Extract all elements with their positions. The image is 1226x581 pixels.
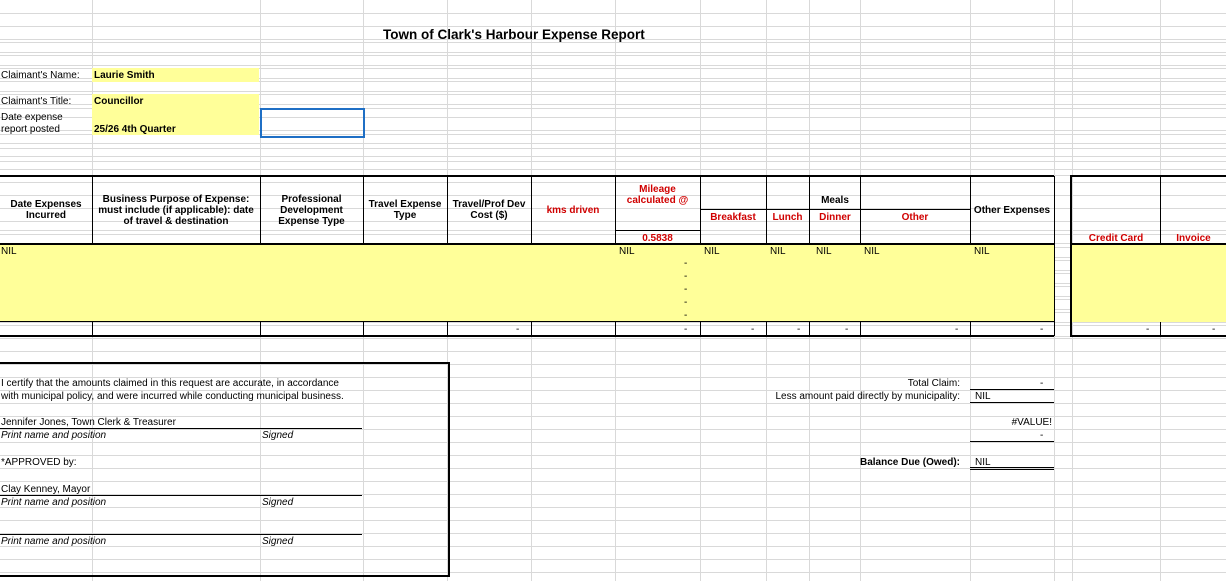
sig-line-2 [0, 495, 362, 496]
signed-label-3: Signed [262, 536, 294, 547]
value-dash[interactable]: - [1040, 430, 1043, 441]
entry-rows-highlight [0, 244, 1054, 322]
cell-dinner-nil[interactable]: NIL [816, 246, 832, 257]
cell-mileage-dash[interactable]: - [684, 297, 687, 308]
selected-cell[interactable] [260, 108, 365, 138]
total-dinner[interactable]: - [845, 324, 848, 335]
total-other-expenses[interactable]: - [1040, 324, 1043, 335]
table-top-border [0, 175, 1054, 177]
header-dinner: Dinner [819, 212, 851, 223]
claimant-title-label: Claimant's Title: [1, 96, 72, 107]
spreadsheet[interactable]: Town of Clark's Harbour Expense Report C… [0, 0, 1226, 581]
signed-label-2: Signed [262, 497, 294, 508]
cell-date-nil[interactable]: NIL [1, 246, 17, 257]
balance-value[interactable]: NIL [975, 457, 991, 468]
table-bottom-border [0, 335, 1054, 337]
header-mileage: Mileage calculated @ [626, 184, 689, 206]
header-meals: Meals [821, 195, 849, 206]
signer-1-name[interactable]: Jennifer Jones, Town Clerk & Treasurer [1, 417, 176, 428]
header-prof-dev: Professional Development Expense Type [278, 194, 345, 227]
value-dash-underline [970, 441, 1054, 442]
total-credit-card[interactable]: - [1146, 324, 1149, 335]
posted-label-line1: Date expense [1, 112, 63, 123]
approved-label: *APPROVED by: [1, 457, 77, 468]
total-claim-underline [970, 389, 1054, 390]
sig-line-1 [0, 428, 362, 429]
posted-label-line2: report posted [1, 124, 60, 135]
claimant-title-value[interactable]: Councillor [94, 96, 143, 107]
cell-mileage-nil[interactable]: NIL [619, 246, 635, 257]
print-name-label-2: Print name and position [1, 497, 107, 508]
certify-line-2: with municipal policy, and were incurred… [1, 391, 344, 402]
header-travel-type: Travel Expense Type [368, 199, 442, 221]
card-top-border [1070, 175, 1226, 177]
total-claim-label: Total Claim: [907, 378, 960, 389]
card-rows-highlight [1072, 244, 1226, 322]
less-paid-label: Less amount paid directly by municipalit… [775, 391, 960, 402]
header-purpose: Business Purpose of Expense: must includ… [98, 194, 254, 227]
less-paid-underline [970, 402, 1054, 403]
total-invoice[interactable]: - [1212, 324, 1215, 335]
cell-mileage-dash[interactable]: - [684, 310, 687, 321]
cell-lunch-nil[interactable]: NIL [770, 246, 786, 257]
header-other: Other [901, 212, 929, 223]
posted-value[interactable]: 25/26 4th Quarter [94, 124, 176, 135]
cell-mileage-dash[interactable]: - [684, 284, 687, 295]
value-error[interactable]: #VALUE! [970, 417, 1052, 428]
signer-2-name[interactable]: Clay Kenney, Mayor [1, 484, 90, 495]
header-date: Date Expenses Incurred [10, 199, 82, 221]
report-title: Town of Clark's Harbour Expense Report [383, 27, 645, 42]
print-name-label-1: Print name and position [1, 430, 107, 441]
table-header-bottom-border [0, 243, 1054, 245]
total-mileage[interactable]: - [684, 324, 687, 335]
mileage-divider [615, 230, 700, 231]
claimant-name-label: Claimant's Name: [1, 70, 80, 81]
balance-underline-2 [970, 469, 1054, 470]
total-other[interactable]: - [955, 324, 958, 335]
sig-line-3 [0, 534, 362, 535]
total-lunch[interactable]: - [797, 324, 800, 335]
print-name-label-3: Print name and position [1, 536, 107, 547]
meals-divider [700, 209, 970, 210]
total-claim-value[interactable]: - [1040, 378, 1043, 389]
balance-label: Balance Due (Owed): [859, 457, 960, 468]
cell-other-nil[interactable]: NIL [864, 246, 880, 257]
cell-mileage-dash[interactable]: - [684, 271, 687, 282]
cell-other-expenses-nil[interactable]: NIL [974, 246, 990, 257]
header-other-expenses: Other Expenses [973, 205, 1051, 216]
header-lunch: Lunch [772, 212, 803, 223]
header-breakfast: Breakfast [710, 212, 756, 223]
header-travel-cost: Travel/Prof Dev Cost ($) [452, 199, 526, 221]
header-credit-card: Credit Card [1088, 233, 1144, 244]
cell-breakfast-nil[interactable]: NIL [704, 246, 720, 257]
header-kms: kms driven [546, 205, 600, 216]
card-bottom-border [1070, 335, 1226, 337]
total-travel-cost[interactable]: - [516, 324, 519, 335]
certify-line-1: I certify that the amounts claimed in th… [1, 378, 339, 389]
total-breakfast[interactable]: - [751, 324, 754, 335]
totals-row-top-border [0, 321, 1054, 322]
header-invoice: Invoice [1176, 233, 1211, 244]
card-left-border [1070, 175, 1072, 337]
header-mileage-rate: 0.5838 [642, 233, 673, 244]
cell-mileage-dash[interactable]: - [684, 258, 687, 269]
claimant-name-value[interactable]: Laurie Smith [94, 70, 155, 81]
less-paid-value[interactable]: NIL [975, 391, 991, 402]
signed-label-1: Signed [262, 430, 294, 441]
